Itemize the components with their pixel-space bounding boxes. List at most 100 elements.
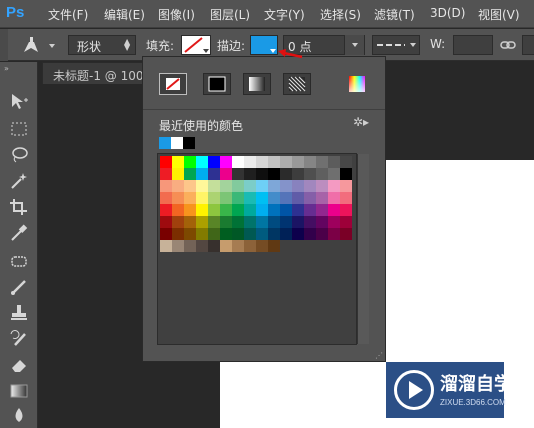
color-swatch[interactable] xyxy=(232,228,244,240)
color-swatch[interactable] xyxy=(208,180,220,192)
color-swatch[interactable] xyxy=(232,204,244,216)
color-swatch[interactable] xyxy=(172,156,184,168)
tool-preset-caret-icon[interactable] xyxy=(49,44,55,48)
color-swatch[interactable] xyxy=(208,156,220,168)
color-swatch[interactable] xyxy=(184,192,196,204)
color-swatch[interactable] xyxy=(172,228,184,240)
color-swatch[interactable] xyxy=(196,192,208,204)
color-swatch[interactable] xyxy=(160,168,172,180)
resize-grip-icon[interactable]: ⋰ xyxy=(375,351,383,360)
color-swatch[interactable] xyxy=(184,204,196,216)
color-swatch[interactable] xyxy=(316,180,328,192)
color-swatch[interactable] xyxy=(208,168,220,180)
color-swatch[interactable] xyxy=(220,168,232,180)
lasso-tool-icon[interactable] xyxy=(9,146,29,164)
color-swatch[interactable] xyxy=(184,216,196,228)
color-swatch[interactable] xyxy=(340,168,352,180)
width-input[interactable] xyxy=(453,35,493,55)
menu-edit[interactable]: 编辑(E) xyxy=(104,6,145,23)
color-swatch[interactable] xyxy=(292,192,304,204)
color-swatch[interactable] xyxy=(232,216,244,228)
color-swatch[interactable] xyxy=(220,192,232,204)
color-swatch[interactable] xyxy=(196,216,208,228)
no-color-button[interactable] xyxy=(159,73,187,95)
color-swatch[interactable] xyxy=(244,216,256,228)
brush-tool-icon[interactable] xyxy=(9,278,29,296)
color-swatch[interactable] xyxy=(328,216,340,228)
color-swatch[interactable] xyxy=(232,168,244,180)
color-swatch[interactable] xyxy=(244,156,256,168)
eyedropper-tool-icon[interactable] xyxy=(9,224,29,242)
recent-swatch[interactable] xyxy=(171,137,183,149)
color-swatch[interactable] xyxy=(160,192,172,204)
color-swatch[interactable] xyxy=(280,180,292,192)
color-swatch[interactable] xyxy=(184,156,196,168)
color-swatch[interactable] xyxy=(256,240,268,252)
stroke-type-select[interactable] xyxy=(372,35,420,55)
color-swatch[interactable] xyxy=(220,240,232,252)
color-swatch[interactable] xyxy=(340,216,352,228)
history-brush-tool-icon[interactable] xyxy=(9,330,29,348)
color-swatch[interactable] xyxy=(160,204,172,216)
color-swatch[interactable] xyxy=(172,204,184,216)
color-swatch[interactable] xyxy=(172,180,184,192)
color-swatch[interactable] xyxy=(256,204,268,216)
color-swatch[interactable] xyxy=(328,156,340,168)
menu-view[interactable]: 视图(V) xyxy=(478,6,520,23)
color-swatch[interactable] xyxy=(196,228,208,240)
color-swatch[interactable] xyxy=(316,204,328,216)
color-swatch[interactable] xyxy=(268,216,280,228)
menu-filter[interactable]: 滤镜(T) xyxy=(374,6,415,23)
color-swatch[interactable] xyxy=(220,204,232,216)
menu-layer[interactable]: 图层(L) xyxy=(210,6,250,23)
color-swatch[interactable] xyxy=(208,228,220,240)
color-swatch[interactable] xyxy=(268,156,280,168)
color-swatch[interactable] xyxy=(208,216,220,228)
gear-icon[interactable]: ✲▸ xyxy=(353,115,369,129)
recent-swatch[interactable] xyxy=(159,137,171,149)
pattern-button[interactable] xyxy=(283,73,311,95)
color-swatch[interactable] xyxy=(268,168,280,180)
color-swatch[interactable] xyxy=(208,204,220,216)
color-swatch[interactable] xyxy=(220,216,232,228)
color-swatch[interactable] xyxy=(172,240,184,252)
color-swatch[interactable] xyxy=(328,168,340,180)
color-swatch[interactable] xyxy=(280,204,292,216)
height-input-partial[interactable] xyxy=(522,35,534,55)
color-swatch[interactable] xyxy=(160,216,172,228)
color-swatch[interactable] xyxy=(304,180,316,192)
color-swatch[interactable] xyxy=(340,156,352,168)
color-swatch[interactable] xyxy=(160,228,172,240)
expand-toolbox-icon[interactable]: » xyxy=(4,64,9,73)
color-swatch[interactable] xyxy=(280,216,292,228)
color-swatch[interactable] xyxy=(196,168,208,180)
menu-select[interactable]: 选择(S) xyxy=(320,6,361,23)
color-swatch[interactable] xyxy=(160,156,172,168)
color-swatch[interactable] xyxy=(256,168,268,180)
color-swatch[interactable] xyxy=(292,216,304,228)
pen-tool-icon[interactable] xyxy=(20,36,42,54)
color-swatch[interactable] xyxy=(220,180,232,192)
color-swatch[interactable] xyxy=(160,180,172,192)
color-swatch[interactable] xyxy=(196,180,208,192)
eraser-tool-icon[interactable] xyxy=(9,356,29,374)
color-swatch[interactable] xyxy=(208,192,220,204)
color-swatch[interactable] xyxy=(244,168,256,180)
color-swatch[interactable] xyxy=(172,216,184,228)
color-swatch[interactable] xyxy=(304,228,316,240)
menu-image[interactable]: 图像(I) xyxy=(158,6,195,23)
color-swatch[interactable] xyxy=(172,192,184,204)
color-swatch[interactable] xyxy=(328,180,340,192)
color-swatch[interactable] xyxy=(220,228,232,240)
color-swatch[interactable] xyxy=(232,240,244,252)
color-swatch[interactable] xyxy=(244,240,256,252)
color-swatch[interactable] xyxy=(208,240,220,252)
color-swatch[interactable] xyxy=(184,228,196,240)
swatch-scrollbar[interactable] xyxy=(357,154,369,344)
magic-wand-tool-icon[interactable] xyxy=(9,172,29,190)
color-swatch[interactable] xyxy=(292,204,304,216)
blur-tool-icon[interactable] xyxy=(9,406,29,424)
color-swatch[interactable] xyxy=(232,192,244,204)
color-swatch[interactable] xyxy=(280,192,292,204)
color-swatch[interactable] xyxy=(184,168,196,180)
